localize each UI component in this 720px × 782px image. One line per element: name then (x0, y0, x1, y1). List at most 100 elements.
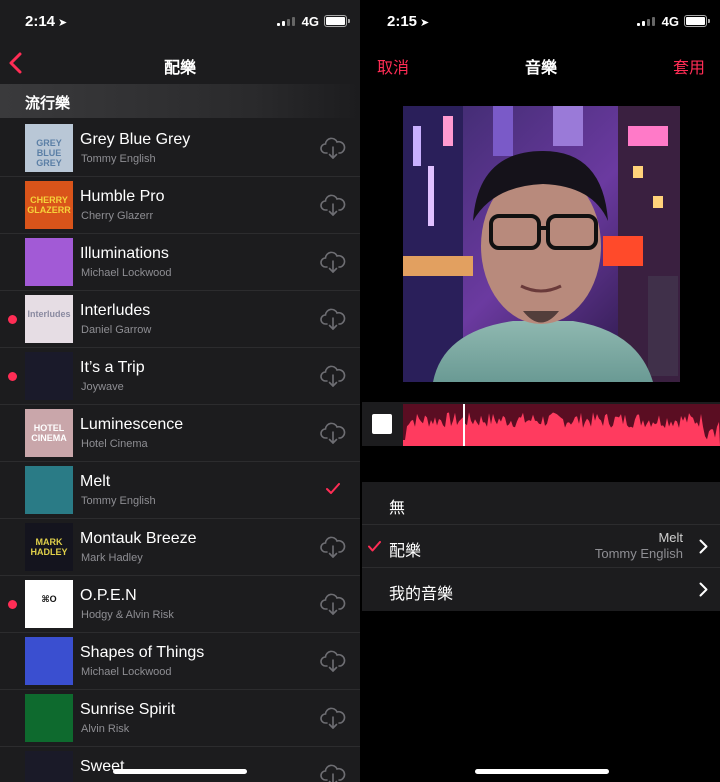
cellular-signal-icon (277, 16, 295, 26)
music-option-row[interactable]: 無 (362, 482, 720, 525)
cloud-download-icon[interactable] (320, 592, 346, 616)
song-title: Sunrise Spirit (80, 701, 176, 718)
song-artist: Michael Lockwood (81, 666, 172, 678)
song-artist: Daniel Garrow (81, 324, 152, 336)
album-art: MARK HADLEY (25, 523, 73, 571)
album-art (25, 466, 73, 514)
music-option-row[interactable]: 配樂 Melt Tommy English (362, 525, 720, 568)
album-art: ⌘O (25, 580, 73, 628)
album-art (25, 238, 73, 286)
network-label: 4G (661, 14, 679, 29)
song-title: Humble Pro (80, 188, 165, 205)
album-art (25, 352, 73, 400)
cloud-download-icon[interactable] (320, 307, 346, 331)
song-title: It’s a Trip (80, 359, 145, 376)
song-row[interactable]: Melt Tommy English (0, 462, 360, 519)
song-artist: Tommy English (81, 495, 156, 507)
cloud-download-icon[interactable] (320, 649, 346, 673)
preview-image (403, 106, 680, 382)
song-row[interactable]: Interludes Interludes Daniel Garrow (0, 291, 360, 348)
song-row[interactable]: It’s a Trip Joywave (0, 348, 360, 405)
cellular-signal-icon (637, 16, 655, 26)
home-indicator[interactable] (113, 769, 247, 774)
new-indicator-dot (8, 315, 17, 324)
album-art (25, 694, 73, 742)
song-artist: Alvin Risk (81, 723, 130, 735)
apply-button[interactable]: 套用 (673, 54, 705, 78)
section-header-label: 流行樂 (25, 95, 71, 112)
network-label: 4G (301, 14, 319, 29)
audio-waveform[interactable] (403, 404, 720, 446)
song-title: Shapes of Things (80, 644, 205, 661)
song-title: Interludes (80, 302, 151, 319)
music-option-label: 我的音樂 (389, 586, 454, 603)
song-artist: Tommy English (81, 153, 156, 165)
song-row[interactable]: Sunrise Spirit Alvin Risk (0, 690, 360, 747)
song-artist: Joywave (81, 381, 124, 393)
preview-photo[interactable] (403, 106, 680, 382)
cloud-download-icon[interactable] (320, 193, 346, 217)
album-art-label: Interludes (27, 309, 71, 319)
nav-bar: 取消 音樂 套用 (362, 44, 720, 84)
song-row[interactable]: GREY BLUE GREY Grey Blue Grey Tommy Englis… (0, 120, 360, 177)
section-header: 流行樂 (0, 84, 360, 118)
status-time: 2:14 ➤ (25, 13, 68, 30)
music-toggle-checkbox[interactable] (372, 414, 392, 434)
cloud-download-icon[interactable] (320, 136, 346, 160)
status-bar: 2:15 ➤ 4G (362, 0, 720, 44)
song-artist: Cherry Glazerr (81, 210, 154, 222)
battery-icon (324, 15, 350, 27)
cloud-download-icon[interactable] (320, 364, 346, 388)
song-title: Melt (80, 473, 111, 490)
song-artist: Mark Hadley (81, 552, 143, 564)
battery-icon (684, 15, 710, 27)
music-option-label: 配樂 (389, 543, 422, 560)
song-title: Luminescence (80, 416, 184, 433)
selected-track-title: Melt (658, 530, 683, 545)
new-indicator-dot (8, 600, 17, 609)
song-title: Montauk Breeze (80, 530, 197, 547)
song-row[interactable]: HOTEL CINEMA Luminescence Hotel Cinema (0, 405, 360, 462)
cloud-download-icon[interactable] (320, 535, 346, 559)
album-art: HOTEL CINEMA (25, 409, 73, 457)
album-art: Interludes (25, 295, 73, 343)
music-option-label: 無 (389, 500, 406, 517)
cloud-download-icon[interactable] (320, 421, 346, 445)
album-art (25, 637, 73, 685)
music-option-row[interactable]: 我的音樂 (362, 568, 720, 611)
album-art-label: HOTEL CINEMA (31, 423, 67, 443)
album-art-label: CHERRY GLAZERR (27, 195, 71, 215)
song-row[interactable]: CHERRY GLAZERR Humble Pro Cherry Glazerr (0, 177, 360, 234)
cloud-download-icon[interactable] (320, 250, 346, 274)
checkmark-icon (326, 483, 340, 494)
music-options-list: 無配樂 Melt Tommy English 我的音樂 (362, 482, 720, 611)
waveform-graphic (403, 412, 720, 446)
song-row[interactable]: ⌘O O.P.E.N Hodgy & Alvin Risk (0, 576, 360, 633)
location-icon: ➤ (420, 17, 430, 29)
music-screen: 2:15 ➤ 4G 取消 音樂 套用 無 配樂 Melt Tommy Engli… (362, 0, 720, 782)
location-icon: ➤ (58, 17, 68, 29)
page-title: 音樂 (524, 60, 557, 77)
selected-track-detail: Melt Tommy English (595, 530, 683, 562)
album-art: CHERRY GLAZERR (25, 181, 73, 229)
song-row[interactable]: Shapes of Things Michael Lockwood (0, 633, 360, 690)
song-title: Illuminations (80, 245, 169, 262)
album-art-label: MARK HADLEY (30, 537, 68, 557)
song-artist: Hotel Cinema (81, 438, 148, 450)
status-time: 2:15 ➤ (387, 13, 430, 30)
song-list: GREY BLUE GREY Grey Blue Grey Tommy Englis… (0, 120, 360, 782)
album-art-label: ⌘O (41, 594, 57, 604)
song-artist: Hodgy & Alvin Risk (81, 609, 174, 621)
playhead[interactable] (463, 404, 465, 446)
home-indicator[interactable] (475, 769, 609, 774)
cloud-download-icon[interactable] (320, 706, 346, 730)
song-row[interactable]: Illuminations Michael Lockwood (0, 234, 360, 291)
song-title: Grey Blue Grey (80, 131, 191, 148)
song-row[interactable]: Sweet (0, 747, 360, 782)
cloud-download-icon[interactable] (320, 763, 346, 782)
status-bar: 2:14 ➤ 4G (0, 0, 360, 44)
soundtrack-screen: 2:14 ➤ 4G 配樂 流行樂 GREY BLUE GREY Grey Blue … (0, 0, 360, 782)
song-row[interactable]: MARK HADLEY Montauk Breeze Mark Hadley (0, 519, 360, 576)
album-art (25, 751, 73, 782)
checkmark-icon (368, 541, 381, 552)
